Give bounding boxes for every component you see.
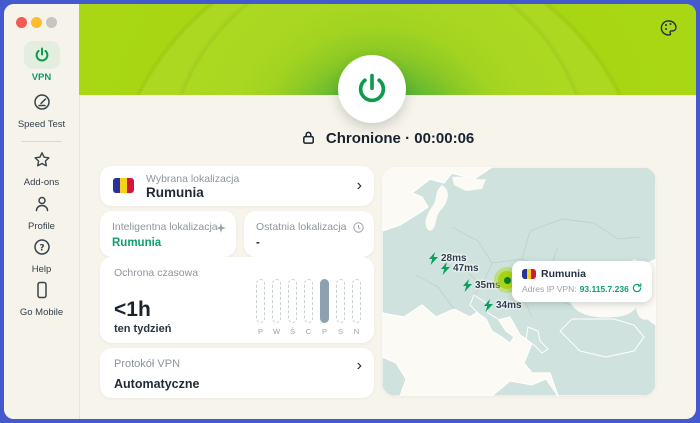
vpn-protocol-card[interactable]: Protokół VPN › Automatyczne [100,348,374,398]
day-label: S [338,327,343,336]
day-label: N [354,327,359,336]
status-timer: 00:00:06 [414,130,474,147]
day-label: P [258,327,263,336]
sidebar: VPN Speed Test Add-ons [4,4,80,419]
power-icon [24,41,60,69]
sidebar-item-help[interactable]: ? Help [4,238,79,275]
chevron-right-icon: › [357,358,362,374]
last-location-card[interactable]: Ostatnia lokalizacja - [244,211,374,257]
day-bar [352,279,361,323]
sparkle-icon [216,220,226,238]
palette-icon[interactable] [660,19,678,42]
traffic-light-close[interactable] [16,17,27,28]
time-protection-period: ten tydzień [114,323,171,335]
day-bar [272,279,281,323]
connected-location-tooltip: Rumunia Adres IP VPN: 93.115.7.236 [512,261,652,302]
smart-location-card[interactable]: Inteligentna lokalizacja Rumunia [100,211,236,257]
svg-text:?: ? [39,243,44,253]
speedometer-icon [33,93,51,116]
status-separator: · [405,130,410,147]
time-protection-label: Ochrona czasowa [114,267,198,279]
day-bar-active [320,279,329,323]
ping-label: 47ms [453,263,479,274]
selected-location-card[interactable]: Wybrana lokalizacja Rumunia › [100,166,374,206]
tooltip-country: Rumunia [541,268,586,280]
sidebar-item-profile[interactable]: Profile [4,195,79,232]
star-icon [33,151,51,174]
help-icon: ? [33,238,51,261]
vpn-protocol-label: Protokół VPN [114,358,180,370]
last-location-value: - [256,237,260,249]
power-icon [355,72,389,106]
time-protection-card: Ochrona czasowa <1h ten tydzień P W Ś C … [100,257,374,343]
selected-location-value: Rumunia [146,185,204,200]
ping-marker[interactable]: 47ms [440,262,479,275]
time-protection-value: <1h [114,298,151,322]
tooltip-ip-label: Adres IP VPN: [522,284,577,294]
romania-flag-icon [113,178,134,193]
app-window: VPN Speed Test Add-ons [4,4,696,419]
clock-icon [353,220,364,238]
romania-flag-icon [522,269,536,279]
status-label: Chronione [326,130,401,147]
sidebar-item-label: Profile [4,221,79,232]
day-bar [304,279,313,323]
vpn-protocol-value: Automatyczne [114,377,199,391]
selected-location-label: Wybrana lokalizacja [146,173,239,185]
day-bar [256,279,265,323]
sidebar-item-label: Go Mobile [4,307,79,318]
tooltip-ip-value: 93.115.7.236 [580,284,629,294]
connection-status: Chronione · 00:00:06 [79,130,696,149]
day-label: Ś [290,327,295,336]
phone-icon [33,281,51,304]
sidebar-item-label: Add-ons [4,177,79,188]
day-label: W [273,327,280,336]
ping-label: 35ms [475,280,501,291]
traffic-light-minimize[interactable] [31,17,42,28]
traffic-light-zoom[interactable] [46,17,57,28]
lightning-icon [440,262,451,275]
sidebar-item-add-ons[interactable]: Add-ons [4,151,79,188]
sidebar-item-label: VPN [4,72,79,83]
day-bar [336,279,345,323]
lightning-icon [462,279,473,292]
sidebar-item-speed-test[interactable]: Speed Test [4,93,79,130]
smart-location-label: Inteligentna lokalizacja [112,221,218,233]
day-label: C [306,327,311,336]
day-bar [288,279,297,323]
weekly-usage-chart: P W Ś C P S N [255,279,362,336]
map-card: 28ms 47ms 35ms 34ms Rumunia [382,167,656,396]
lightning-icon [428,252,439,265]
sidebar-divider [21,141,62,142]
sidebar-item-label: Help [4,264,79,275]
chevron-right-icon: › [357,178,362,194]
refresh-icon[interactable] [632,283,642,295]
day-label: P [322,327,327,336]
smart-location-value: Rumunia [112,237,161,249]
lock-icon [301,132,320,149]
screenshot-stage: VPN Speed Test Add-ons [0,0,700,423]
lightning-icon [483,299,494,312]
last-location-label: Ostatnia lokalizacja [256,221,346,233]
ping-marker[interactable]: 35ms [462,279,501,292]
power-button[interactable] [338,55,406,123]
sidebar-item-vpn[interactable]: VPN [4,41,79,83]
sidebar-item-label: Speed Test [4,119,79,130]
sidebar-item-go-mobile[interactable]: Go Mobile [4,281,79,318]
person-icon [33,195,51,218]
